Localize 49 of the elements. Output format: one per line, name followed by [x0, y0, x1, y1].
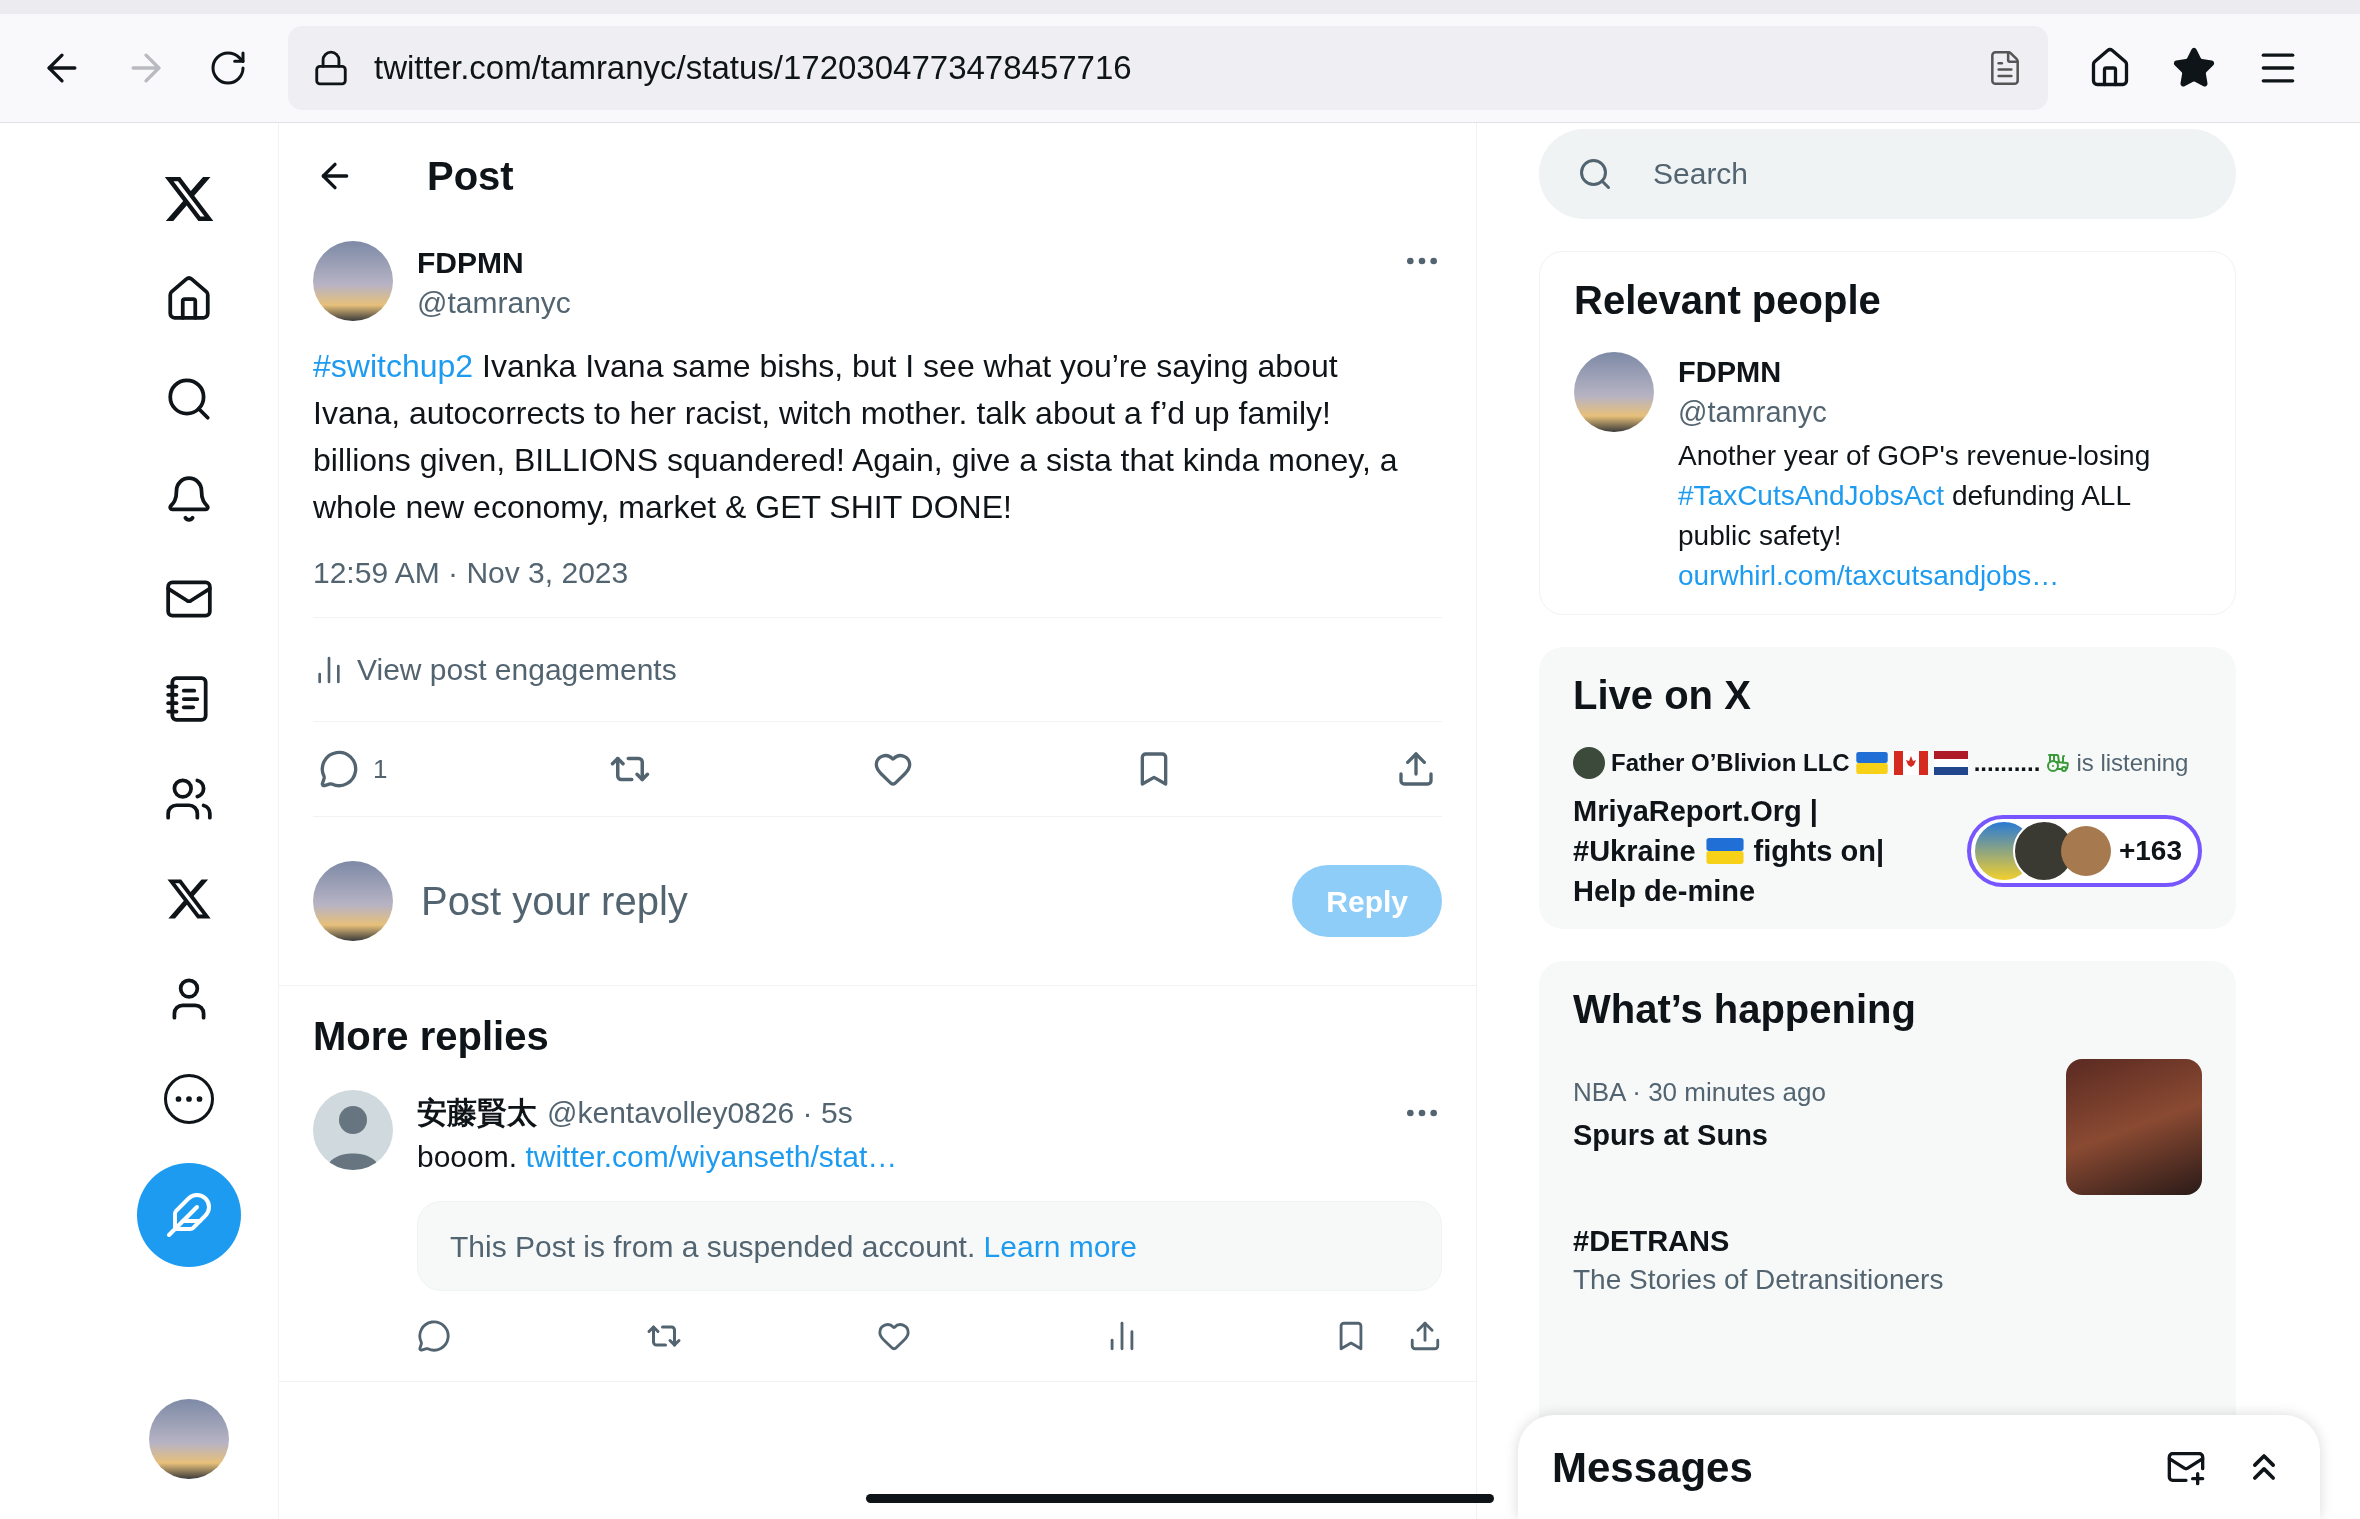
notice-text: This Post is from a suspended account. — [450, 1228, 977, 1265]
reply-text: booom. twitter.com/wiyanseth/stat… — [417, 1139, 899, 1175]
reply-icon[interactable] — [417, 1319, 451, 1353]
person-handle[interactable]: @tamranyc — [1678, 392, 2201, 432]
reply-author[interactable]: 安藤賢太 — [417, 1090, 537, 1135]
trend-title[interactable]: #DETRANS — [1573, 1221, 2202, 1261]
lock-icon — [312, 49, 350, 87]
search-icon — [1577, 156, 1613, 192]
person-name[interactable]: FDPMN — [1678, 352, 2201, 392]
reply-count: 1 — [373, 752, 388, 786]
listening-status: is listening — [2076, 748, 2189, 778]
trend-title[interactable]: Spurs at Suns — [1573, 1115, 2066, 1155]
canada-flag-icon — [1893, 751, 1928, 775]
person-bio: Another year of GOP's revenue-losing #TaxCutsAndJobsAct defunding ALL public safety! ourwhirl.com/taxcutsandjobs… — [1678, 439, 2152, 593]
search-field[interactable]: Search — [1539, 129, 2236, 219]
ukraine-flag-icon — [1705, 838, 1744, 864]
space-title[interactable]: fights on| — [1753, 831, 1885, 871]
section-title: More replies — [313, 1013, 550, 1060]
card-title: Relevant people — [1574, 277, 1882, 324]
card-title: Live on X — [1573, 672, 1752, 719]
page-title: Post — [427, 153, 514, 200]
address-bar[interactable]: twitter.com/tamranyc/status/1720304773478457716 — [288, 26, 2048, 110]
reply-meta: @kentavolley0826 · 5s — [547, 1095, 854, 1131]
space-title[interactable]: MriyaReport.Org | — [1573, 791, 1967, 831]
url-text: twitter.com/tamranyc/status/1720304773478457716 — [374, 48, 1133, 89]
ukraine-flag-icon — [1855, 752, 1888, 774]
netherlands-flag-icon — [1933, 751, 1968, 775]
listener-avatar — [2060, 826, 2111, 876]
feather-icon — [165, 1191, 213, 1239]
host-avatar[interactable] — [1573, 747, 1605, 779]
reply-icon[interactable] — [319, 749, 359, 789]
post-timestamp[interactable]: 12:59 AM · Nov 3, 2023 — [313, 551, 1442, 595]
share-icon[interactable] — [1408, 1319, 1442, 1353]
author-name[interactable]: FDPMN — [417, 243, 1378, 283]
listeners-pill[interactable]: +163 — [1966, 815, 2202, 887]
space-title[interactable]: Help de-mine — [1573, 871, 1967, 911]
listener-count: +163 — [2118, 834, 2182, 868]
trend-subtitle: The Stories of Detransitioners — [1573, 1263, 1945, 1297]
author-handle[interactable]: @tamranyc — [417, 283, 1378, 323]
host-name-dots: .......... — [1973, 748, 2041, 778]
trend-meta: NBA · 30 minutes ago — [1573, 1076, 1827, 1109]
space-title[interactable]: #Ukraine — [1573, 831, 1696, 871]
card-title: What’s happening — [1573, 986, 1917, 1033]
host-name[interactable]: Father O’Blivion LLC — [1611, 745, 1850, 781]
messages-drawer[interactable]: Messages — [1518, 1415, 2320, 1519]
post-text: #switchup2 Ivanka Ivana same bishs, but I see what you’re saying about Ivana, autocorrects to her racist, witch mother. talk about a f’d up family! billions given, BILLIONS squandered! Again, give a sista that kinda money, a whole new economy, market & GET SHIT DONE! — [313, 347, 1399, 527]
view-engagements-link[interactable]: View post engagements — [357, 647, 677, 692]
drawer-title: Messages — [1552, 1442, 1754, 1493]
tractor-icon — [2046, 751, 2071, 775]
